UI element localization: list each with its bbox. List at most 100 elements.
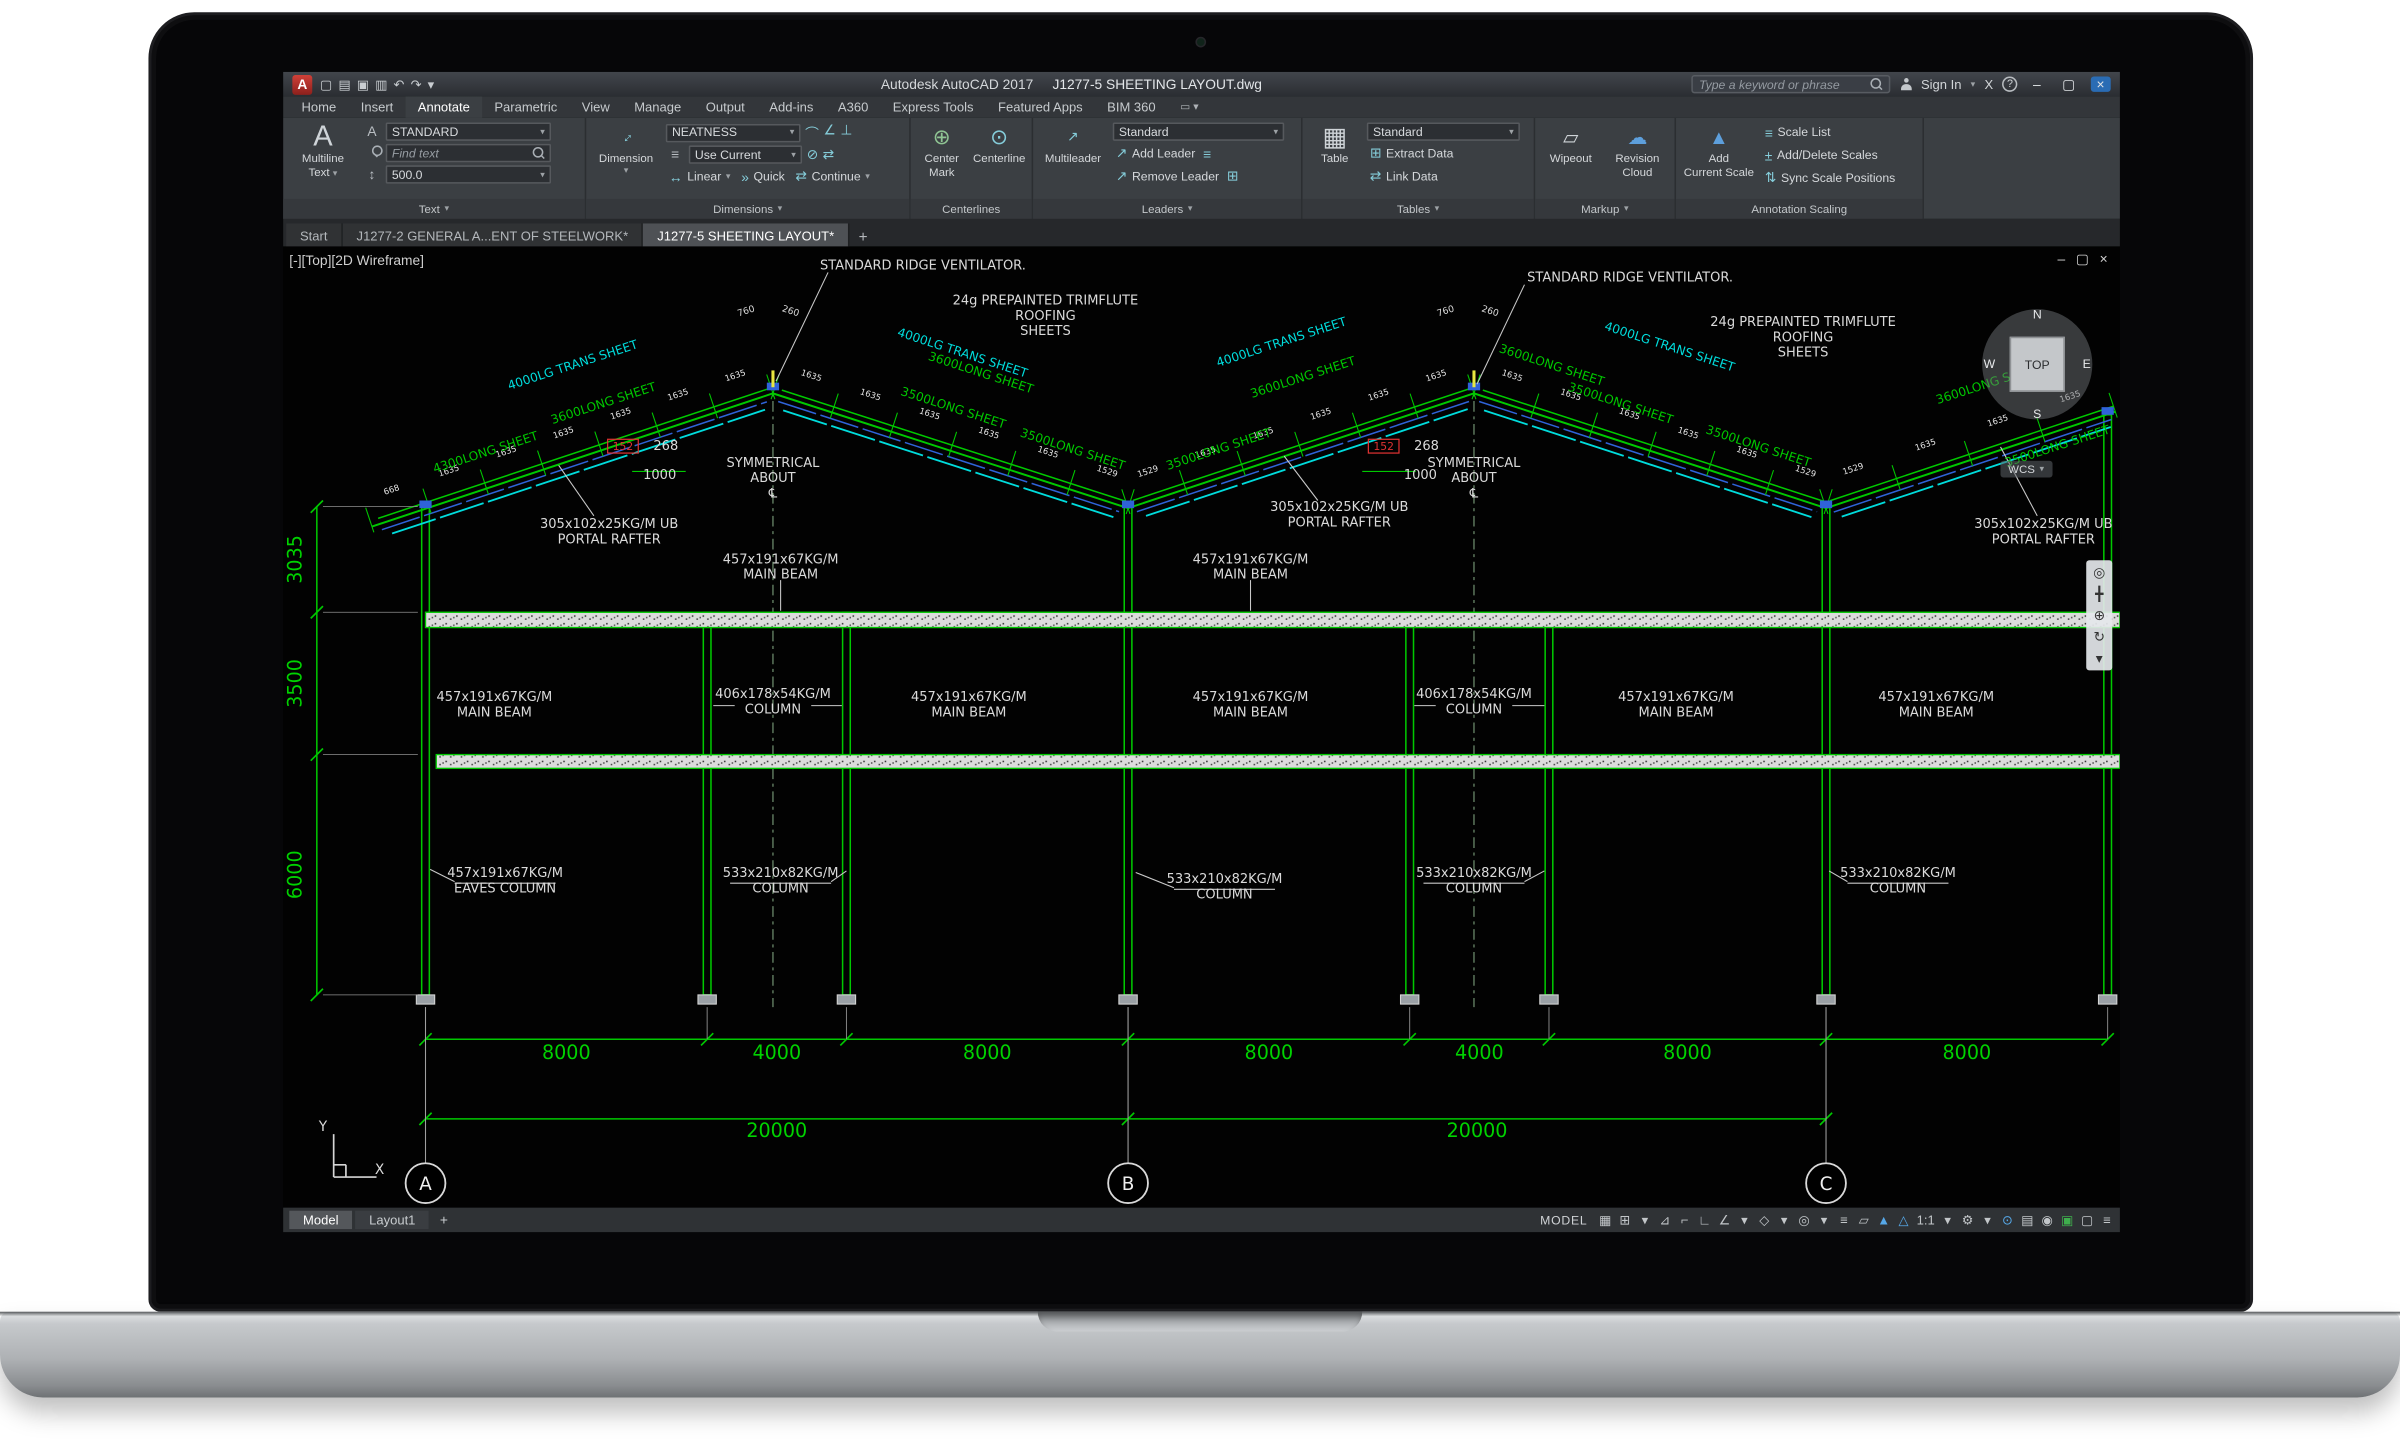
dim-update-icon[interactable]: ⇄ <box>823 146 835 163</box>
open-icon[interactable]: ▤ <box>338 77 350 92</box>
quick-button[interactable]: »Quick <box>738 167 788 187</box>
zoom-icon[interactable]: ⊕ <box>2093 608 2105 623</box>
text-height-select[interactable]: 500.0▾ <box>386 165 551 183</box>
viewcube-north[interactable]: N <box>2033 308 2042 322</box>
revision-cloud-button[interactable]: ☁ Revision Cloud <box>1606 121 1668 199</box>
orbit-icon[interactable]: ↻ <box>2093 629 2105 644</box>
ribbon-tab-express-tools[interactable]: Express Tools <box>881 96 986 117</box>
search-icon[interactable] <box>1870 78 1882 90</box>
viewcube-south[interactable]: S <box>2033 407 2041 421</box>
drawing-viewport[interactable]: 6681635163516351635163516351635163516351… <box>283 246 2120 1207</box>
viewcube[interactable]: N S W E TOP <box>1974 302 2100 428</box>
status-ortho-icon[interactable]: ∟ <box>1698 1212 1712 1227</box>
status-osnap-icon[interactable]: ◎ <box>1797 1211 1811 1228</box>
status-snap-mode-icon[interactable]: ⊞ <box>1618 1211 1632 1228</box>
ribbon-tab-insert[interactable]: Insert <box>349 96 406 117</box>
ribbon-tab-view[interactable]: View <box>570 96 622 117</box>
sign-in-menu-icon[interactable]: ▾ <box>1971 79 1976 90</box>
add-leader-button[interactable]: ↗Add Leader <box>1113 144 1199 164</box>
status-autoscale-icon[interactable]: △ <box>1897 1211 1911 1228</box>
ribbon-tab-annotate[interactable]: Annotate <box>406 96 483 117</box>
status-transparency-icon[interactable]: ▱ <box>1857 1211 1871 1228</box>
leader-style-select[interactable]: Standard▾ <box>1113 122 1284 140</box>
dim-break-icon[interactable]: ⊘ <box>807 146 819 163</box>
dim-style-select[interactable]: NEATNESS▾ <box>666 123 801 141</box>
undo-icon[interactable]: ↶ <box>394 77 405 92</box>
search-input[interactable]: Type a keyword or phrase <box>1691 75 1890 93</box>
status-isolate-objects-icon[interactable]: ◉ <box>2040 1211 2054 1228</box>
status-isodraft-icon[interactable]: ◇ <box>1757 1211 1771 1228</box>
qat-menu-icon[interactable]: ▾ <box>428 77 435 92</box>
status-osnap-menu-icon[interactable]: ▾ <box>1817 1211 1831 1228</box>
ribbon-panel-label-annotation-scaling[interactable]: Annotation Scaling <box>1676 199 1922 219</box>
minimize-button[interactable]: – <box>2027 77 2047 92</box>
new-drawing-tab-button[interactable]: + <box>849 230 876 247</box>
ribbon-tab-add-ins[interactable]: Add-ins <box>757 96 826 117</box>
status-isodraft-menu-icon[interactable]: ▾ <box>1777 1211 1791 1228</box>
find-go-icon[interactable] <box>533 147 545 159</box>
maximize-button[interactable]: ▢ <box>2056 76 2081 93</box>
ribbon-tab-a360[interactable]: A360 <box>826 96 881 117</box>
dim-arc-icon[interactable]: ⌒ <box>805 122 819 142</box>
status-clean-screen-icon[interactable]: ▢ <box>2080 1211 2094 1228</box>
status-dynamic-input-icon[interactable]: ⌐ <box>1678 1212 1692 1227</box>
redo-icon[interactable]: ↷ <box>411 77 422 92</box>
doc-tab-j1277-5[interactable]: J1277-5 SHEETING LAYOUT* <box>644 223 850 246</box>
status-snap-menu-icon[interactable]: ▾ <box>1638 1211 1652 1228</box>
sync-scale-positions-button[interactable]: ⇅Sync Scale Positions <box>1762 168 1899 188</box>
ribbon-panel-label-leaders[interactable]: Leaders▾ <box>1033 199 1301 219</box>
viewcube-east[interactable]: E <box>2083 357 2091 371</box>
wcs-selector[interactable]: WCS▾ <box>2001 461 2052 478</box>
new-layout-button[interactable]: + <box>432 1212 455 1227</box>
autocad-logo-button[interactable]: A <box>292 74 312 94</box>
ribbon-tab-parametric[interactable]: Parametric <box>482 96 569 117</box>
ribbon-panel-label-centerlines[interactable]: Centerlines <box>911 199 1032 219</box>
dim-layer-select[interactable]: Use Current▾ <box>689 145 802 163</box>
viewport-controls[interactable]: [-][Top][2D Wireframe] <box>289 253 424 268</box>
ribbon-panel-label-dimensions[interactable]: Dimensions▾ <box>586 199 909 219</box>
ribbon-panel-label-markup[interactable]: Markup▾ <box>1535 199 1674 219</box>
status-workspace-menu-icon[interactable]: ▾ <box>1981 1211 1995 1228</box>
sign-in-button[interactable]: Sign In <box>1921 77 1962 92</box>
ribbon-tab-output[interactable]: Output <box>693 96 757 117</box>
close-button[interactable]: × <box>2090 77 2110 92</box>
viewport-restore-icon[interactable]: ▢ <box>2076 251 2089 268</box>
status-quick-properties-icon[interactable]: ▤ <box>2020 1211 2034 1228</box>
leader-collect-icon[interactable]: ⊞ <box>1227 168 1239 185</box>
layout-tab-model[interactable]: Model <box>289 1211 352 1229</box>
extract-data-button[interactable]: ⊞Extract Data <box>1367 144 1520 164</box>
ribbon-panel-label-tables[interactable]: Tables▾ <box>1303 199 1534 219</box>
status-annotation-visibility-icon[interactable]: ▲ <box>1877 1212 1891 1227</box>
status-infer-constraints-icon[interactable]: ⊿ <box>1658 1211 1672 1228</box>
center-mark-button[interactable]: ⊕ Center Mark <box>917 121 967 199</box>
status-annotation-monitor-icon[interactable]: ⊙ <box>2001 1211 2015 1228</box>
plot-icon[interactable]: ▥ <box>375 77 387 92</box>
navigation-wheel-icon[interactable]: ◎ <box>2093 565 2105 580</box>
save-icon[interactable]: ▣ <box>357 77 369 92</box>
navbar-menu-icon[interactable]: ▾ <box>2096 651 2103 666</box>
leader-align-icon[interactable]: ≡ <box>1203 146 1211 161</box>
pan-icon[interactable]: ╋ <box>2095 586 2103 601</box>
help-icon[interactable]: ? <box>2002 77 2017 92</box>
status-graphics-performance-icon[interactable]: ▣ <box>2060 1211 2074 1228</box>
multileader-button[interactable]: ↗ Multileader <box>1039 121 1106 199</box>
link-data-button[interactable]: ⇄Link Data <box>1367 167 1520 187</box>
ribbon-tab-bim-360[interactable]: BIM 360 <box>1095 96 1168 117</box>
status-workspace-icon[interactable]: ⚙ <box>1961 1211 1975 1228</box>
status-scale-menu-icon[interactable]: ▾ <box>1941 1211 1955 1228</box>
ribbon-panel-label-text[interactable]: Text▾ <box>283 199 585 219</box>
scale-list-button[interactable]: ≡Scale List <box>1762 122 1899 142</box>
dimension-button[interactable]: ↔ Dimension ▾ <box>592 121 659 199</box>
new-icon[interactable]: ▢ <box>320 77 332 92</box>
viewcube-west[interactable]: W <box>1984 357 1996 371</box>
dim-baseline-icon[interactable]: ⊥ <box>840 122 852 142</box>
exchange-icon[interactable]: Χ <box>1984 77 1993 92</box>
status-polar-menu-icon[interactable]: ▾ <box>1738 1211 1752 1228</box>
linear-button[interactable]: ↔Linear▾ <box>666 167 734 187</box>
status-polar-tracking-icon[interactable]: ∠ <box>1718 1211 1732 1228</box>
status-lineweight-icon[interactable]: ≡ <box>1837 1212 1851 1227</box>
text-style-select[interactable]: STANDARD▾ <box>386 122 551 140</box>
ribbon-tab-home[interactable]: Home <box>289 96 348 117</box>
wipeout-button[interactable]: ▱ Wipeout <box>1541 121 1600 199</box>
remove-leader-button[interactable]: ↗Remove Leader <box>1113 167 1222 187</box>
